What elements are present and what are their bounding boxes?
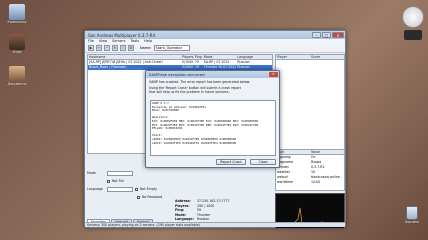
dialog-title: SAMP.exe exception occurred	[149, 72, 205, 77]
col-language[interactable]: Language	[236, 55, 272, 59]
report-crash-button[interactable]: Report Crash	[216, 159, 246, 165]
dialog-message: SAMP has crashed. The error report has b…	[146, 78, 279, 94]
documents-icon	[9, 66, 25, 82]
menu-file[interactable]: File	[88, 39, 94, 44]
player-list-header: Player Score	[276, 55, 344, 60]
menu-servers[interactable]: Servers	[112, 39, 125, 44]
desktop-icon-label: Документы	[7, 82, 27, 86]
crash-dump-text[interactable]: SAMP 0.3.7 Exception At Address: 0x58494…	[150, 100, 276, 156]
col-hostname[interactable]: Hostname	[88, 55, 181, 59]
status-bar: Servers: 300 players, playing on 2 serve…	[85, 222, 345, 227]
not-full-label: Not Full	[112, 179, 125, 183]
filter-mode-input[interactable]	[107, 170, 133, 176]
desktop-icon-documents[interactable]: Документы	[2, 66, 32, 86]
user-photo-icon	[9, 34, 25, 50]
rules-list: Rule Value lagcomp On mapname Russia versi…	[275, 149, 345, 191]
desktop-icon-user[interactable]: Snieg	[2, 34, 32, 54]
col-rule[interactable]: Rule	[276, 150, 310, 154]
menu-view[interactable]: View	[99, 39, 107, 44]
filter-row: Language Not Empty	[87, 185, 173, 193]
minimize-button[interactable]: –	[312, 32, 321, 38]
col-ping[interactable]: Ping	[194, 55, 203, 59]
cpu-gadget	[404, 30, 422, 40]
window-title: San Andreas Multiplayer 0.3.7-R4	[88, 32, 155, 38]
desktop-icon-label: Snieg	[12, 50, 22, 54]
not-empty-checkbox[interactable]	[135, 187, 138, 191]
not-full-checkbox[interactable]	[107, 179, 110, 183]
desktop-icon-computer[interactable]: Компьютер	[2, 4, 32, 24]
computer-icon	[9, 4, 25, 20]
add-server-icon[interactable]: +	[96, 45, 102, 51]
window-titlebar[interactable]: San Andreas Multiplayer 0.3.7-R4 – □ ✕	[85, 31, 345, 39]
recycle-bin-icon	[406, 206, 418, 220]
col-players[interactable]: Players	[181, 55, 194, 59]
filter-panel: Mode Not Full Language Not Empty No Pass…	[87, 169, 173, 217]
filter-language-label: Language	[87, 187, 103, 191]
menu-help[interactable]: Help	[144, 39, 152, 44]
col-score[interactable]: Score	[310, 55, 344, 59]
dialog-titlebar[interactable]: SAMP.exe exception occurred ✕	[146, 71, 279, 78]
dialog-close-button[interactable]: Close	[250, 159, 276, 165]
refresh-icon[interactable]: ↻	[112, 45, 118, 51]
connect-icon[interactable]: ▶	[88, 45, 94, 51]
close-button[interactable]: ✕	[332, 32, 344, 38]
name-label: Name:	[140, 46, 152, 50]
dialog-close-icon[interactable]: ✕	[269, 72, 278, 77]
maximize-button[interactable]: □	[322, 32, 331, 38]
delete-server-icon[interactable]: −	[104, 45, 110, 51]
col-value[interactable]: Value	[310, 150, 344, 154]
rule-row: worldtime 12:00	[276, 180, 344, 185]
col-player[interactable]: Player	[276, 55, 310, 59]
desktop-icon-label: Компьютер	[7, 20, 27, 24]
no-password-checkbox[interactable]	[137, 195, 140, 199]
toolbar: ▶ + − ↻ i ⚙ Name: Stark_Operator	[85, 44, 345, 53]
desktop-icon-recycle-bin[interactable]: Корзина	[398, 206, 426, 224]
filter-mode-label: Mode	[87, 171, 96, 175]
filter-row: No Password	[87, 193, 173, 201]
crash-dialog: SAMP.exe exception occurred ✕ SAMP has c…	[145, 70, 280, 168]
not-empty-label: Not Empty	[140, 187, 157, 191]
filter-row: Not Full	[87, 177, 173, 185]
filter-row: Mode	[87, 169, 173, 177]
player-list: Player Score	[275, 54, 345, 154]
dialog-message-line: that will help us fix the problem in fut…	[149, 90, 230, 94]
clock-gadget	[402, 6, 424, 28]
col-mode[interactable]: Mode	[203, 55, 237, 59]
rule-name: worldtime	[277, 180, 293, 184]
filter-language-input[interactable]	[107, 186, 133, 192]
no-password-label: No Password	[142, 195, 163, 199]
info-icon[interactable]: i	[120, 45, 126, 51]
desktop-icon-label: Корзина	[404, 220, 420, 224]
settings-icon[interactable]: ⚙	[128, 45, 134, 51]
nickname-input[interactable]: Stark_Operator	[153, 45, 190, 51]
rule-value: 12:00	[311, 180, 321, 184]
menu-tools[interactable]: Tools	[130, 39, 139, 44]
